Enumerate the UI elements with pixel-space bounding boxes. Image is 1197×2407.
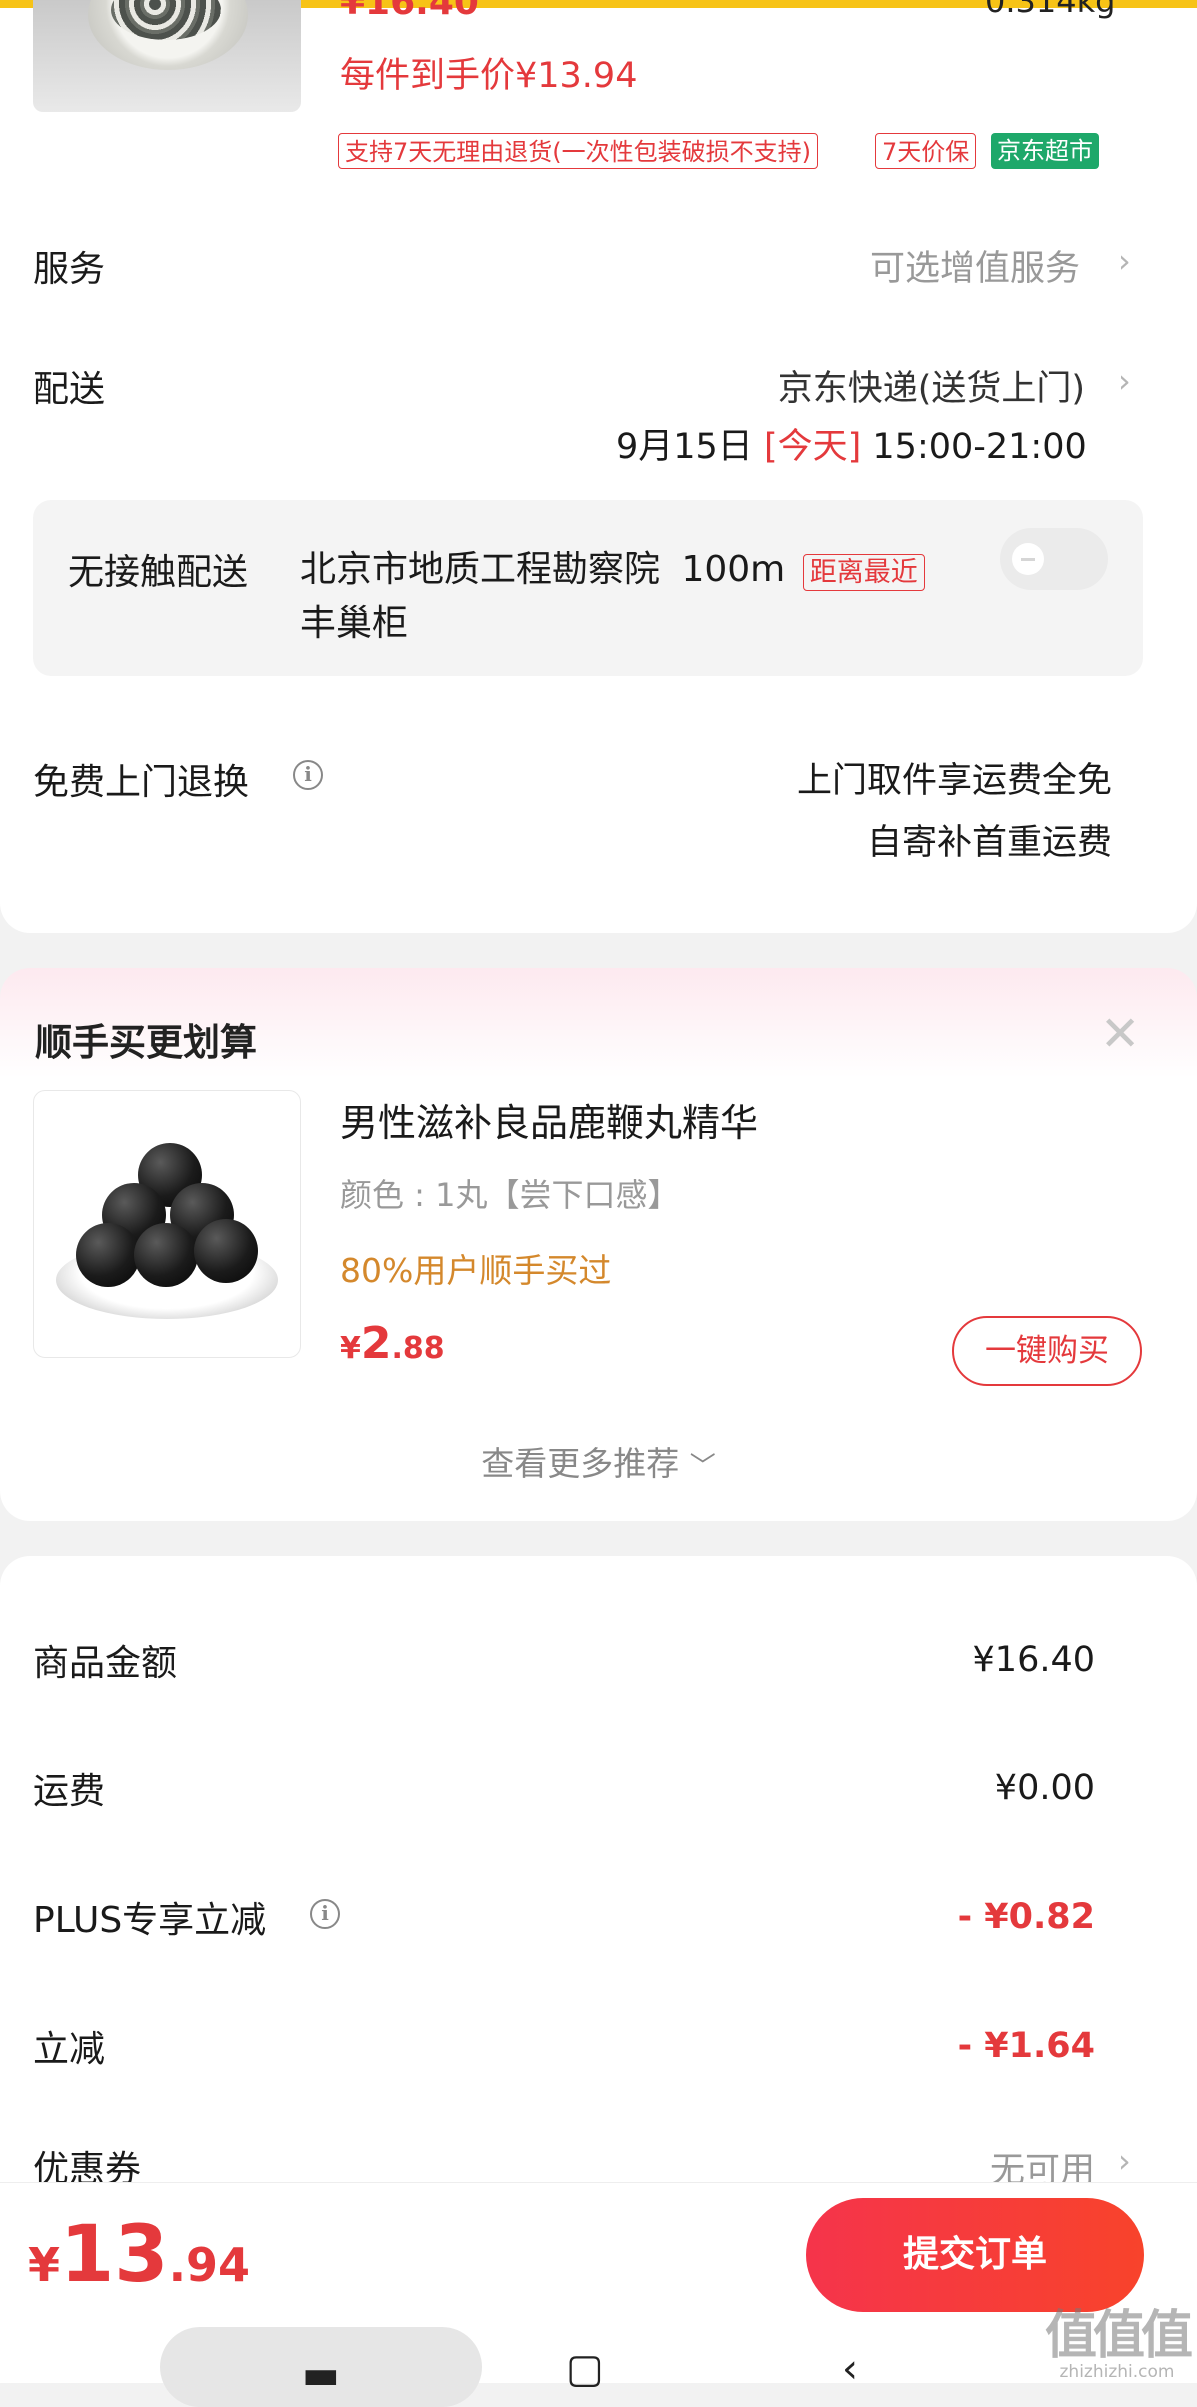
one-click-buy-button[interactable]: 一键购买 [952,1316,1142,1386]
watermark: 值值值 zhizhizhi.com [1042,2293,1193,2382]
delivery-window: 15:00-21:00 [872,427,1087,467]
total-decimal: .94 [168,2238,251,2292]
service-value[interactable]: 可选增值服务 [780,240,1080,291]
recommend-product-spec: 颜色 : 1丸【尝下口感】 [340,1176,680,1214]
locker-distance: 100m [681,549,786,590]
shipping-fee-label: 运费 [33,1771,106,1812]
watermark-logo: 值值值 [1044,2305,1193,2366]
contactless-label: 无接触配送 [68,552,249,593]
locker-address: 北京市地质工程勘察院 100m 距离最近 [300,540,925,592]
recommend-product-price: ¥2.88 [340,1318,445,1369]
close-icon[interactable]: ✕ [1100,1010,1140,1058]
delivery-today: [今天] [763,427,862,467]
back-icon[interactable]: ‹ [842,2346,858,2392]
return-self-ship-text: 自寄补首重运费 [866,823,1112,863]
free-return-label: 免费上门退换 [33,762,250,803]
service-label: 服务 [33,249,106,290]
chevron-right-icon[interactable]: › [1118,242,1131,280]
recommend-title: 顺手买更划算 [35,1021,257,1064]
price-decimal: .88 [391,1331,445,1366]
recommend-product-hint: 80%用户顺手买过 [340,1251,612,1290]
total-integer: 13 [60,2210,169,2300]
info-icon[interactable]: i [293,760,323,790]
plus-discount-value: - ¥0.82 [957,1897,1095,1937]
per-item-price: 每件到手价¥13.94 [340,56,638,96]
recommend-product-image[interactable] [33,1090,301,1358]
more-recommendations-link[interactable]: 查看更多推荐 ﹀ [0,1437,1197,1485]
shipping-fee-value: ¥0.00 [994,1768,1095,1808]
goods-amount-value: ¥16.40 [972,1640,1095,1680]
instant-discount-label: 立减 [33,2029,106,2070]
info-icon[interactable]: i [310,1899,340,1929]
instant-discount-value: - ¥1.64 [957,2026,1095,2066]
goods-amount-label: 商品金额 [33,1643,178,1684]
recommend-product-name[interactable]: 男性滋补良品鹿鞭丸精华 [340,1092,758,1147]
price-currency: ¥ [340,1331,361,1366]
plus-discount-label: PLUS专享立减 [33,1900,267,1941]
return-pickup-text: 上门取件享运费全免 [796,761,1112,801]
locker-name: 丰巢柜 [300,603,409,644]
chevron-down-icon: ﹀ [689,1452,716,1482]
chevron-right-icon[interactable]: › [1118,362,1131,400]
delivery-date: 9月15日 [616,427,753,467]
delivery-method[interactable]: 京东快递(送货上门) [700,360,1085,411]
price-protect-tag: 7天价保 [875,133,977,169]
total-currency: ¥ [28,2238,61,2292]
menu-icon[interactable]: ▬ [302,2352,340,2398]
total-price: ¥13.94 [28,2210,250,2300]
chevron-right-icon[interactable]: › [1118,2142,1131,2180]
delivery-time[interactable]: 9月15日 [今天] 15:00-21:00 [616,418,1087,469]
delivery-label: 配送 [33,369,106,410]
item-weight: 0.314kg [985,0,1116,20]
watermark-site: zhizhizhi.com [1059,2362,1175,2382]
price-integer: 2 [360,1318,392,1369]
locker-location: 北京市地质工程勘察院 [300,549,661,590]
jd-supermarket-tag: 京东超市 [991,133,1099,169]
contactless-toggle[interactable] [1000,528,1108,590]
home-icon[interactable]: ▢ [566,2346,604,2392]
item-price: ¥16.40 [340,0,479,23]
nearest-badge: 距离最近 [802,554,925,591]
more-recommendations-label: 查看更多推荐 [481,1444,680,1483]
product-thumbnail[interactable] [33,0,301,112]
return-policy-tag: 支持7天无理由退货(一次性包装破损不支持) [338,133,818,169]
